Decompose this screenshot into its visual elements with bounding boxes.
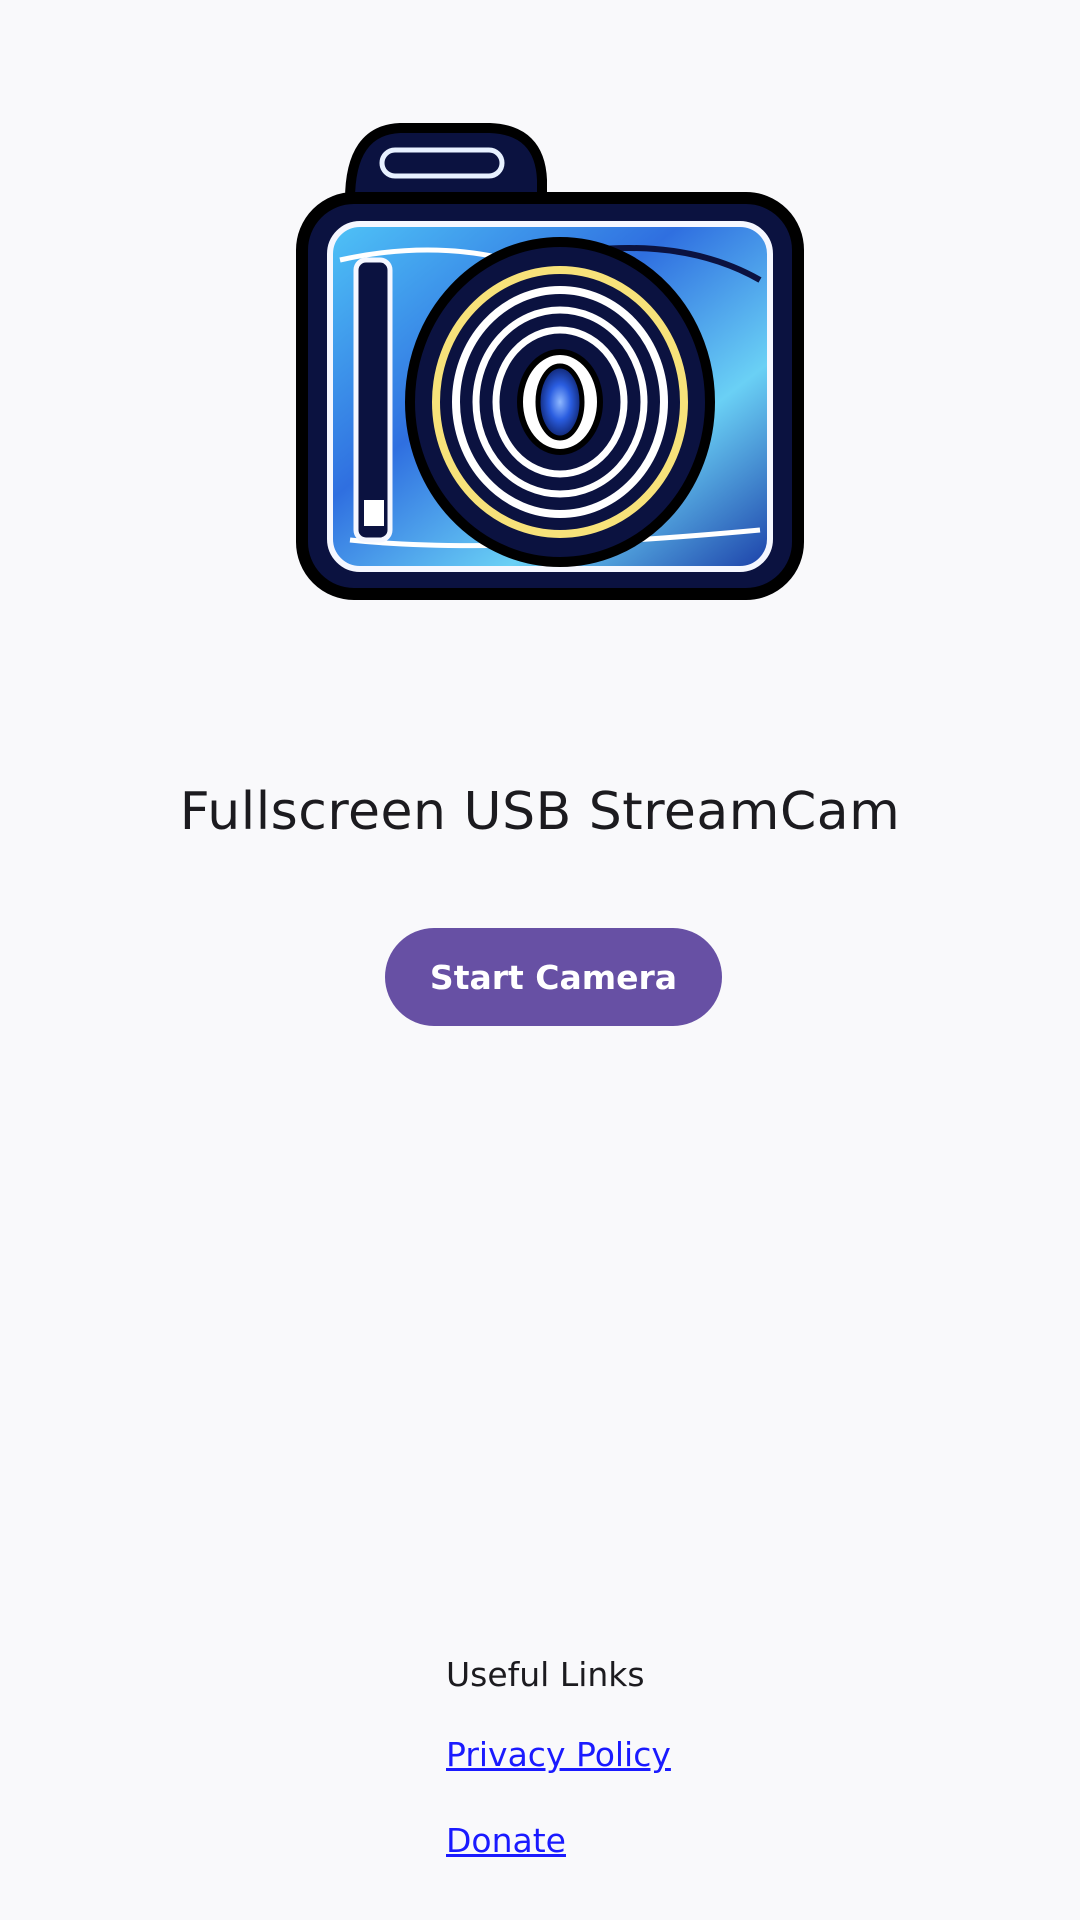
main-screen: Fullscreen USB StreamCam Start Camera Us… bbox=[0, 0, 1080, 1920]
camera-logo-icon bbox=[290, 110, 810, 610]
privacy-policy-link[interactable]: Privacy Policy bbox=[446, 1730, 671, 1780]
start-camera-button[interactable]: Start Camera bbox=[385, 928, 722, 1026]
donate-link[interactable]: Donate bbox=[446, 1816, 671, 1866]
app-title: Fullscreen USB StreamCam bbox=[179, 782, 901, 842]
useful-links-section: Useful Links Privacy Policy Donate bbox=[446, 1650, 671, 1866]
useful-links-heading: Useful Links bbox=[446, 1655, 645, 1694]
